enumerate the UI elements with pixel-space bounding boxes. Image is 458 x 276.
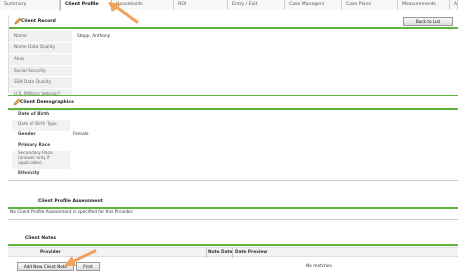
arrow-icon: [64, 249, 97, 266]
annotation-arrows: [64, 2, 139, 266]
arrow-icon: [108, 2, 139, 24]
